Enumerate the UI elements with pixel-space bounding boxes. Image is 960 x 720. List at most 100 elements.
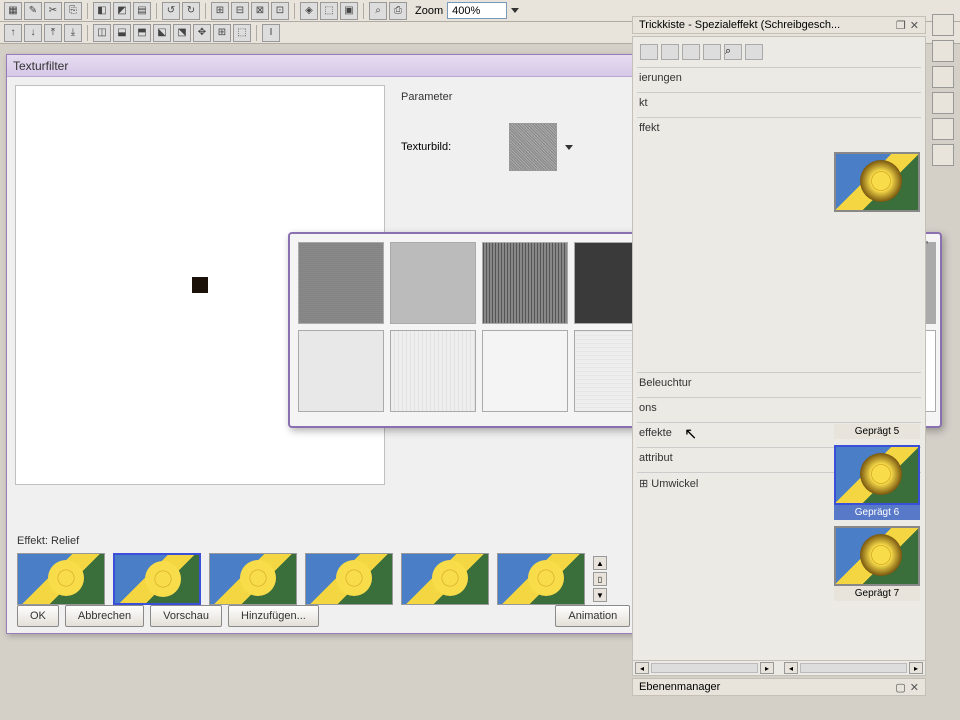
chevron-down-icon[interactable]: [565, 145, 573, 150]
tool-icon[interactable]: ⤓: [64, 24, 82, 42]
texture-option[interactable]: [482, 242, 568, 324]
scroll-up-icon[interactable]: ▲: [593, 556, 607, 570]
tool-icon[interactable]: ▦: [4, 2, 22, 20]
side-tab[interactable]: [661, 44, 679, 60]
panel-icon[interactable]: [932, 92, 954, 114]
scroll-track[interactable]: ▯: [593, 572, 607, 586]
tool-icon[interactable]: ⬚: [233, 24, 251, 42]
cancel-button[interactable]: Abbrechen: [65, 605, 144, 627]
texture-option[interactable]: [390, 242, 476, 324]
texture-option[interactable]: [298, 330, 384, 412]
preset-thumb[interactable]: Geprägt 7: [834, 526, 920, 601]
preset-thumb[interactable]: Geprägt 5: [834, 424, 920, 439]
scroll-right-icon[interactable]: ▸: [909, 662, 923, 674]
effect-thumb[interactable]: [113, 553, 201, 605]
texturbild-label: Texturbild:: [401, 141, 501, 153]
right-icon-stack: [932, 14, 958, 166]
side-panel-title-text: Trickkiste - Spezialeffekt (Schreibgesch…: [639, 19, 840, 31]
search-icon[interactable]: ⌕: [724, 44, 742, 60]
dialog-titlebar[interactable]: Texturfilter ✕: [7, 55, 731, 77]
scroll-left-icon[interactable]: ◂: [784, 662, 798, 674]
side-tab[interactable]: [703, 44, 721, 60]
texture-option[interactable]: [298, 242, 384, 324]
tool-icon[interactable]: ⬓: [113, 24, 131, 42]
tool-icon[interactable]: ▤: [133, 2, 151, 20]
ok-button[interactable]: OK: [17, 605, 59, 627]
minimize-icon[interactable]: ▢: [895, 681, 905, 694]
animation-button[interactable]: Animation: [555, 605, 630, 627]
panel-icon[interactable]: [932, 40, 954, 62]
tool-icon[interactable]: ✂: [44, 2, 62, 20]
side-tab[interactable]: [682, 44, 700, 60]
tool-icon[interactable]: ◈: [300, 2, 318, 20]
close-icon[interactable]: ✕: [910, 681, 919, 694]
tool-icon[interactable]: ✎: [24, 2, 42, 20]
panel-icon[interactable]: [932, 66, 954, 88]
effect-thumb[interactable]: [497, 553, 585, 605]
effect-thumb[interactable]: [401, 553, 489, 605]
tool-icon[interactable]: ▣: [340, 2, 358, 20]
preview-button[interactable]: Vorschau: [150, 605, 222, 627]
tool-icon[interactable]: ⬕: [153, 24, 171, 42]
tool-icon[interactable]: ⤒: [44, 24, 62, 42]
panel-section[interactable]: ierungen: [637, 67, 921, 88]
tool-icon[interactable]: ↻: [182, 2, 200, 20]
tool-icon[interactable]: ✥: [193, 24, 211, 42]
close-icon[interactable]: ✕: [910, 19, 919, 32]
effect-thumb[interactable]: [17, 553, 105, 605]
tool-icon[interactable]: ⊞: [211, 2, 229, 20]
scroll-down-icon[interactable]: ▼: [593, 588, 607, 602]
ebenen-title-text: Ebenenmanager: [639, 681, 720, 693]
scroll-track[interactable]: [800, 663, 907, 673]
zoom-control: Zoom: [415, 2, 519, 19]
preset-thumb[interactable]: [834, 152, 920, 212]
panel-section[interactable]: ffekt: [637, 117, 921, 138]
effect-thumb[interactable]: [209, 553, 297, 605]
ebenen-panel-title[interactable]: Ebenenmanager ▢ ✕: [632, 678, 926, 696]
tool-icon[interactable]: ◧: [93, 2, 111, 20]
texturbild-thumbnail[interactable]: [509, 123, 557, 171]
panel-icon[interactable]: [932, 144, 954, 166]
preset-thumb[interactable]: Geprägt 6: [834, 445, 920, 520]
scroll-right-icon[interactable]: ▸: [760, 662, 774, 674]
tool-icon[interactable]: I: [262, 24, 280, 42]
tool-icon[interactable]: ◫: [93, 24, 111, 42]
scroll-left-icon[interactable]: ◂: [635, 662, 649, 674]
texture-option[interactable]: [482, 330, 568, 412]
tool-icon[interactable]: ⬒: [133, 24, 151, 42]
tool-icon[interactable]: ⊞: [213, 24, 231, 42]
panel-icon[interactable]: [932, 118, 954, 140]
side-tab[interactable]: [640, 44, 658, 60]
scroll-track[interactable]: [651, 663, 758, 673]
tool-icon[interactable]: ⊡: [271, 2, 289, 20]
tool-icon[interactable]: ⬔: [173, 24, 191, 42]
panel-icon[interactable]: [932, 14, 954, 36]
tool-icon[interactable]: ⎙: [389, 2, 407, 20]
effect-section: Effekt: Relief ▲ ▯ ▼: [17, 535, 721, 605]
side-panel-title[interactable]: Trickkiste - Spezialeffekt (Schreibgesch…: [632, 16, 926, 34]
effect-thumb[interactable]: [305, 553, 393, 605]
tool-icon[interactable]: ◩: [113, 2, 131, 20]
preview-swatch: [192, 277, 208, 293]
add-button[interactable]: Hinzufügen...: [228, 605, 319, 627]
tool-icon[interactable]: ↑: [4, 24, 22, 42]
tool-icon[interactable]: ↓: [24, 24, 42, 42]
texture-option[interactable]: [390, 330, 476, 412]
tool-icon[interactable]: ⊟: [231, 2, 249, 20]
effect-label: Effekt: Relief: [17, 535, 721, 547]
tool-icon[interactable]: ⎘: [64, 2, 82, 20]
zoom-input[interactable]: [447, 2, 507, 19]
side-panel-scrollbar[interactable]: ◂ ▸ ◂ ▸: [632, 660, 926, 676]
tool-icon[interactable]: ⊠: [251, 2, 269, 20]
restore-icon[interactable]: ❐: [896, 19, 906, 32]
tool-icon[interactable]: ↺: [162, 2, 180, 20]
side-tab[interactable]: [745, 44, 763, 60]
dialog-title: Texturfilter: [13, 59, 68, 73]
side-tabs: ⌕: [637, 41, 921, 63]
chevron-down-icon[interactable]: [511, 8, 519, 13]
tool-icon[interactable]: ⌕: [369, 2, 387, 20]
preset-thumb-stack: Geprägt 5 Geprägt 6 Geprägt 7: [834, 152, 920, 601]
tool-icon[interactable]: ⬚: [320, 2, 338, 20]
dialog-button-row: OK Abbrechen Vorschau Hinzufügen... Anim…: [17, 605, 721, 627]
panel-section[interactable]: kt: [637, 92, 921, 113]
